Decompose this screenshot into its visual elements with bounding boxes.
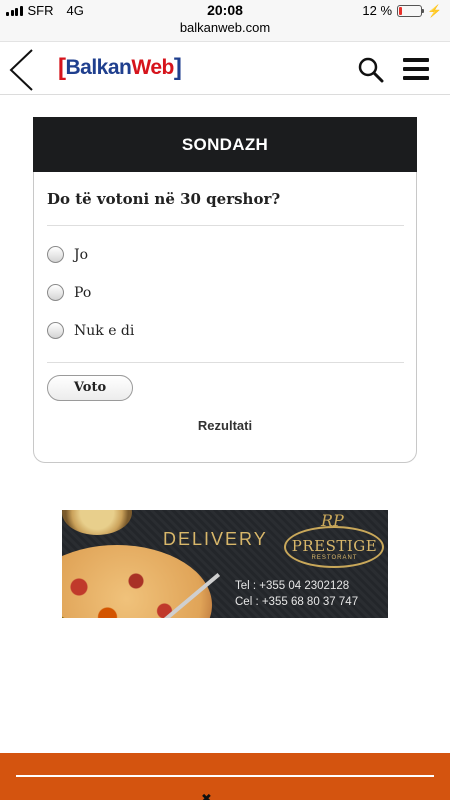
status-right: 12 % ⚡ — [362, 3, 442, 18]
poll-option-jo[interactable]: Jo — [47, 246, 88, 263]
hamburger-menu-icon[interactable] — [403, 58, 429, 80]
logo-text-web: Web — [131, 56, 174, 79]
url-text: balkanweb.com — [179, 20, 271, 35]
site-header: [Balkan Web] — [0, 43, 450, 95]
ad-phone-cel: Cel : +355 68 80 37 747 — [235, 596, 359, 608]
battery-icon — [397, 4, 425, 17]
radio-button[interactable] — [47, 322, 64, 339]
url-bar[interactable]: balkanweb.com — [0, 20, 450, 42]
ad-banner[interactable]: DELIVERY RP PRESTIGE RESTORANT Tel : +35… — [62, 510, 388, 618]
option-label: Nuk e di — [74, 322, 135, 339]
poll-card: Do të votoni në 30 qershor? Jo Po Nuk e … — [33, 172, 417, 463]
back-button[interactable] — [8, 47, 36, 91]
option-label: Jo — [74, 246, 89, 263]
ad-phone-tel: Tel : +355 04 2302128 — [235, 580, 350, 592]
option-label: Po — [74, 284, 92, 301]
footer-bar: ✖ — [0, 753, 450, 800]
footer-divider — [16, 775, 434, 777]
radio-button[interactable] — [47, 284, 64, 301]
poll-option-nuk-e-di[interactable]: Nuk e di — [47, 322, 134, 339]
divider-top — [47, 225, 404, 226]
logo-bracket-left: [ — [58, 54, 66, 81]
status-bar: SFR 4G 20:08 12 % ⚡ — [0, 0, 450, 20]
prestige-brand: PRESTIGE — [291, 537, 378, 555]
poll-title: SONDAZH — [33, 117, 417, 172]
battery-percent: 12 % — [362, 3, 393, 18]
back-arrow-icon — [9, 49, 33, 91]
logo-text-balkan: Balkan — [65, 56, 132, 79]
ad-delivery-text: DELIVERY — [163, 529, 268, 549]
close-icon[interactable]: ✖ — [201, 791, 212, 800]
search-button[interactable] — [358, 57, 384, 83]
vote-button[interactable]: Voto — [47, 375, 133, 401]
results-link[interactable]: Rezultati — [34, 418, 416, 433]
poll-option-po[interactable]: Po — [47, 284, 91, 301]
poll-question: Do të votoni në 30 qershor? — [47, 190, 281, 208]
divider-bottom — [47, 362, 404, 363]
charging-bolt-icon: ⚡ — [427, 3, 442, 18]
prestige-monogram: RP — [321, 511, 344, 530]
radio-button[interactable] — [47, 246, 64, 263]
battery-level-fill — [399, 6, 402, 15]
search-icon — [358, 57, 384, 83]
prestige-subtitle: RESTORANT — [311, 555, 358, 561]
balkanweb-logo[interactable]: [Balkan Web] — [58, 54, 182, 81]
logo-bracket-right: ] — [173, 54, 182, 81]
